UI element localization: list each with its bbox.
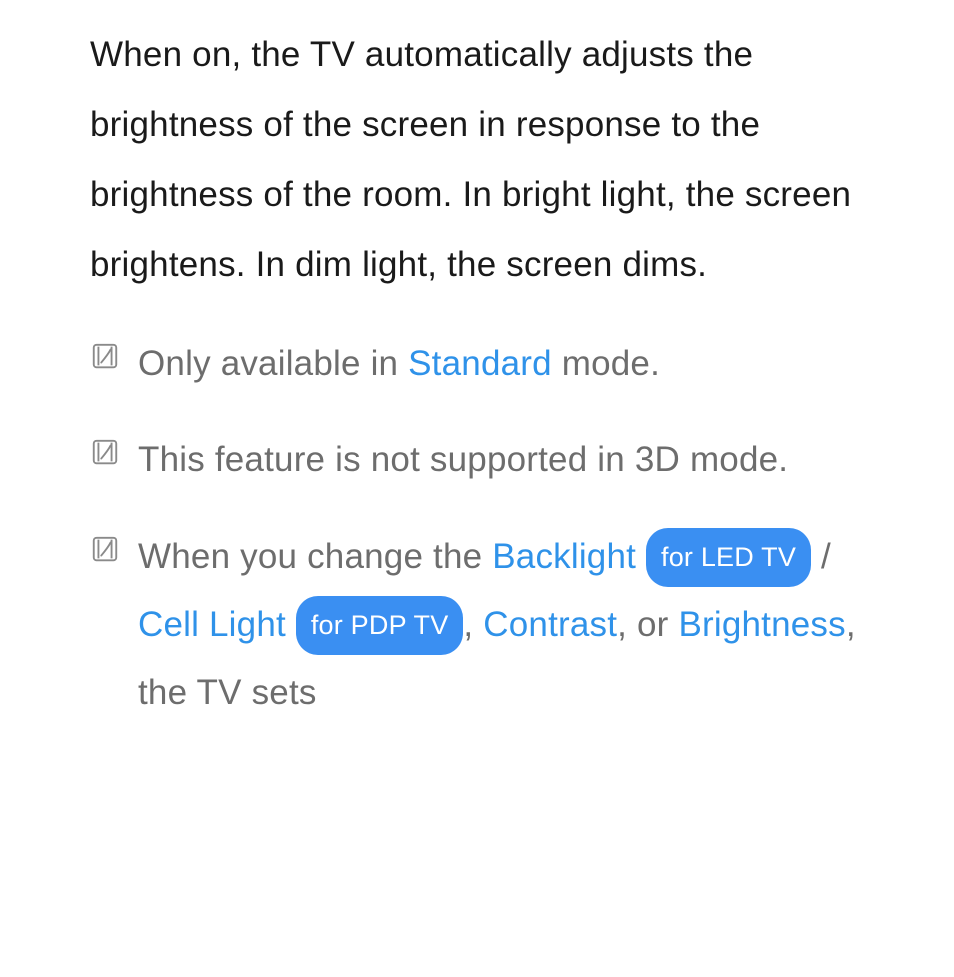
link-backlight: Backlight (492, 537, 636, 576)
link-contrast: Contrast (483, 605, 617, 644)
link-standard: Standard (408, 344, 552, 383)
note-icon (90, 533, 120, 573)
note-backlight-change: When you change the Backlight for LED TV… (90, 523, 864, 728)
text-fragment: / (811, 537, 831, 576)
note-3d-unsupported: This feature is not supported in 3D mode… (90, 426, 864, 494)
link-brightness: Brightness (678, 605, 845, 644)
text-fragment: When you change the (138, 537, 492, 576)
text-fragment: mode. (552, 344, 660, 383)
pill-led-tv: for LED TV (646, 528, 811, 588)
pill-pdp-tv: for PDP TV (296, 596, 464, 656)
note-text: This feature is not supported in 3D mode… (138, 426, 788, 494)
note-icon (90, 340, 120, 380)
note-text: When you change the Backlight for LED TV… (138, 523, 864, 728)
text-fragment: , (463, 605, 483, 644)
text-fragment: , or (617, 605, 678, 644)
text-fragment: Only available in (138, 344, 408, 383)
link-cell-light: Cell Light (138, 605, 286, 644)
note-icon (90, 436, 120, 476)
note-standard-mode: Only available in Standard mode. (90, 330, 864, 398)
note-text: Only available in Standard mode. (138, 330, 660, 398)
feature-description: When on, the TV automatically adjusts th… (90, 20, 864, 300)
